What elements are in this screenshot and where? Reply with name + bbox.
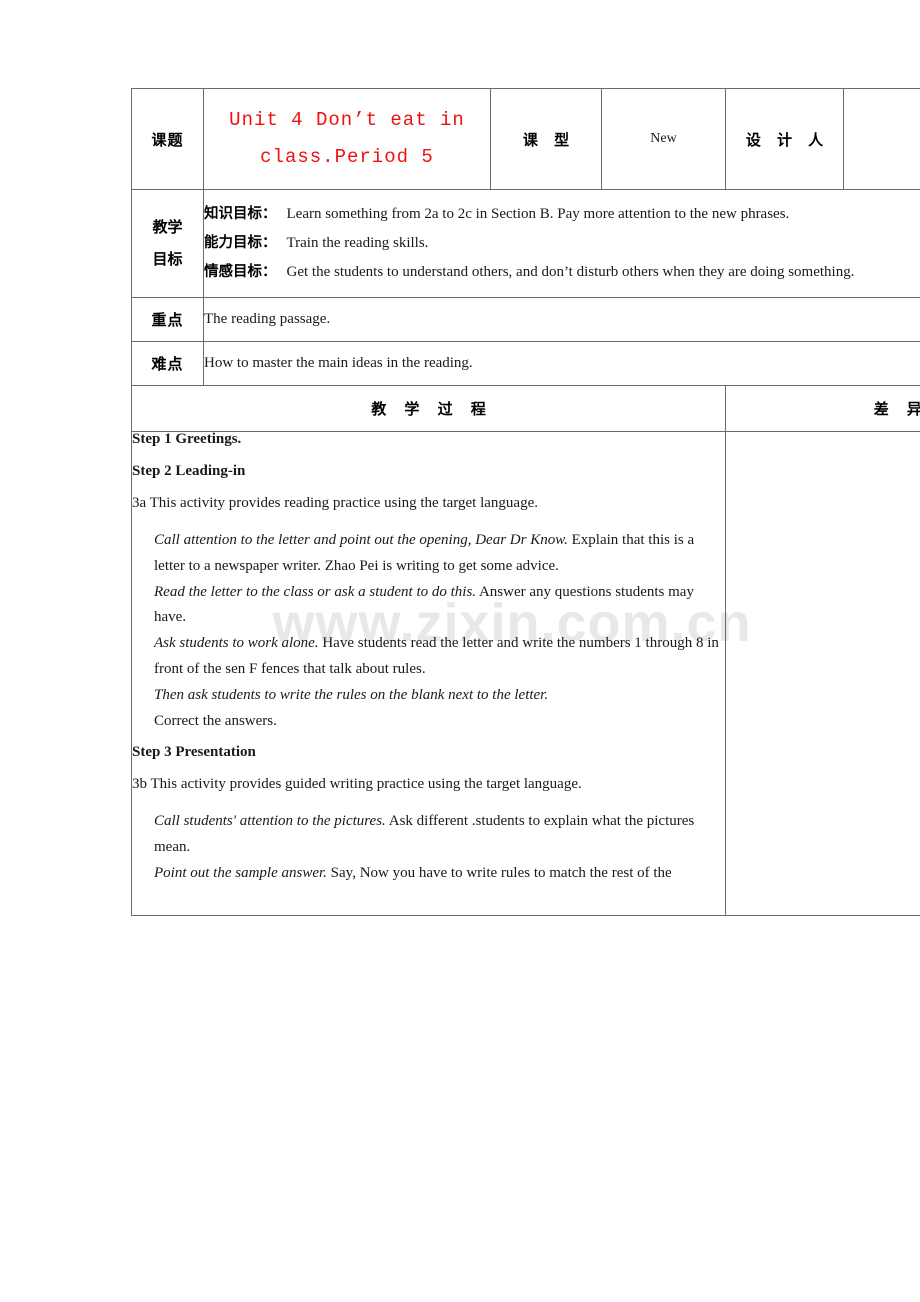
process-paragraph-1-italic: Call attention to the letter and point o…	[154, 532, 568, 548]
process-paragraph-1: Call attention to the letter and point o…	[132, 528, 725, 580]
label-lesson-type: 课 型	[490, 88, 602, 190]
aim-knowledge-key: 知识目标：	[204, 206, 277, 222]
topic-title-cell: Unit 4 Don’t eat in class.Period 5	[203, 88, 491, 190]
process-paragraph-7-italic: Point out the sample answer.	[154, 864, 327, 881]
process-paragraph-6: Call students' attention to the pictures…	[132, 809, 725, 861]
process-activity-3b: 3b This activity provides guided writing…	[132, 776, 582, 793]
label-teaching-aims-line1: 教学	[152, 219, 183, 236]
process-paragraph-7-rest: Say, Now you have to write rules to matc…	[326, 864, 672, 881]
lesson-plan-table: 课题 Unit 4 Don’t eat in class.Period 5 课 …	[131, 88, 920, 916]
process-step-2: Step 2 Leading-in	[132, 463, 246, 479]
process-paragraph-2: Read the letter to the class or ask a st…	[132, 580, 725, 632]
table-row-aims: 教学 目标 知识目标： Learn something from 2a to 2…	[131, 189, 920, 298]
value-difficulty: How to master the main ideas in the read…	[203, 341, 920, 386]
process-paragraph-3-italic: Ask students to work alone.	[154, 635, 319, 652]
header-differentiation: 差 异 个 性	[725, 385, 920, 432]
differentiation-content	[725, 431, 920, 916]
process-paragraph-3: Ask students to work alone. Have student…	[132, 631, 725, 683]
process-paragraph-2-italic: Read the letter to the class or ask a st…	[154, 583, 477, 600]
topic-title-line1: Unit 4 Don’t eat in	[229, 108, 465, 131]
table-row-topic: 课题 Unit 4 Don’t eat in class.Period 5 课 …	[131, 88, 920, 190]
process-paragraph-4-italic: Then ask students to write the rules on …	[154, 686, 549, 703]
label-designer: 设 计 人	[725, 88, 844, 190]
process-paragraph-7: Point out the sample answer. Say, Now yo…	[132, 861, 725, 887]
aim-ability-value: Train the reading skills.	[286, 235, 429, 251]
teaching-process-content: Step 1 Greetings. Step 2 Leading-in 3a T…	[131, 431, 726, 916]
process-activity-3a: 3a This activity provides reading practi…	[132, 495, 538, 511]
label-difficulty: 难点	[131, 341, 204, 386]
process-paragraph-5: Correct the answers.	[154, 712, 277, 729]
label-topic: 课题	[131, 88, 204, 190]
process-step-3: Step 3 Presentation	[132, 744, 256, 761]
table-row-process-body: Step 1 Greetings. Step 2 Leading-in 3a T…	[131, 431, 920, 916]
aim-knowledge-value: Learn something from 2a to 2c in Section…	[286, 206, 790, 222]
aim-emotion: 情感目标： Get the students to understand oth…	[204, 265, 920, 280]
process-step-1: Step 1 Greetings.	[132, 431, 242, 447]
label-teaching-aims-line2: 目标	[152, 250, 183, 268]
process-paragraph-4: Then ask students to write the rules on …	[132, 683, 725, 709]
value-key-point: The reading passage.	[203, 297, 920, 342]
header-teaching-process: 教 学 过 程	[131, 385, 726, 432]
table-row-process-header: 教 学 过 程 差 异 个 性	[131, 385, 920, 432]
document-page: www.zixin.com.cn 课题 Unit 4 Don’t eat in …	[0, 0, 920, 1302]
label-key-point: 重点	[131, 297, 204, 342]
topic-title-line2: class.Period 5	[260, 146, 434, 168]
label-teaching-aims: 教学 目标	[131, 189, 204, 298]
aim-knowledge: 知识目标： Learn something from 2a to 2c in S…	[204, 207, 920, 222]
aim-emotion-value: Get the students to understand others, a…	[286, 264, 855, 280]
aim-ability: 能力目标： Train the reading skills.	[204, 236, 920, 251]
table-row-difficulty: 难点 How to master the main ideas in the r…	[131, 341, 920, 386]
aim-emotion-key: 情感目标：	[204, 264, 277, 280]
table-row-key-point: 重点 The reading passage.	[131, 297, 920, 342]
value-lesson-type: New	[601, 88, 726, 190]
aim-ability-key: 能力目标：	[204, 235, 277, 251]
value-designer	[843, 88, 920, 190]
process-paragraph-6-italic: Call students' attention to the pictures…	[154, 813, 386, 830]
teaching-aims-cell: 知识目标： Learn something from 2a to 2c in S…	[203, 189, 920, 298]
